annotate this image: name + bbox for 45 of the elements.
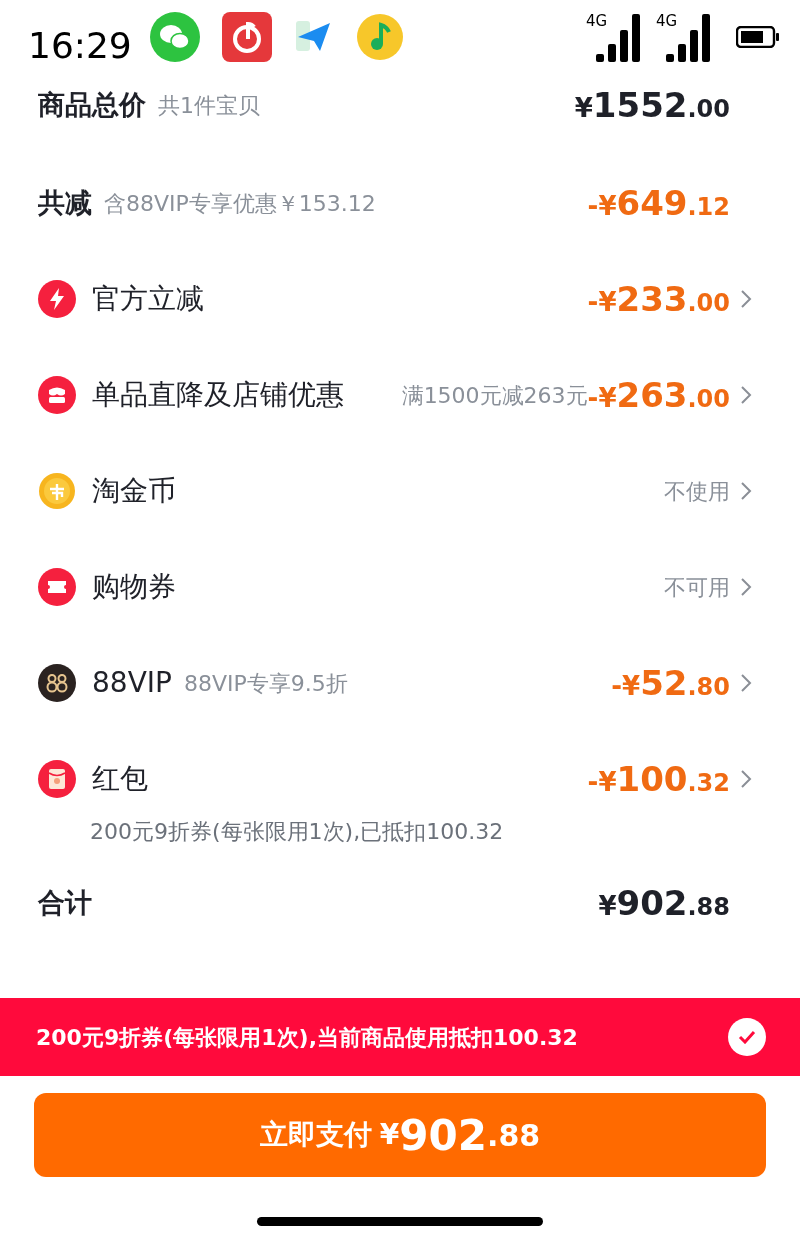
row-label: 合计 [38, 885, 92, 920]
row-subtext: 共1件宝贝 [158, 91, 260, 120]
row-label: 红包 [92, 761, 148, 797]
amount: -¥649.12 [587, 181, 730, 225]
coin-icon [38, 472, 76, 510]
amount: -¥52.80 [611, 661, 730, 705]
row-note: 满1500元减263元 [401, 381, 588, 410]
amount: -¥263.00 [587, 373, 730, 417]
vip-badge-icon [38, 664, 76, 702]
row-value: 不可用 [664, 573, 730, 602]
pay-button[interactable]: 立即支付 ¥902.88 [34, 1093, 766, 1177]
amount: -¥100.32 [587, 757, 730, 801]
amount: ¥902.88 [598, 881, 730, 925]
row-label: 淘金币 [92, 473, 176, 509]
chat-app-icon[interactable] [149, 12, 200, 62]
amount: ¥1552.00 [574, 83, 730, 127]
network-label: 4G [586, 12, 608, 30]
row-label: 共减 [38, 185, 92, 220]
amount: -¥233.00 [587, 277, 730, 321]
row-label: 商品总价 [38, 87, 146, 122]
chevron-right-icon [740, 769, 752, 789]
chevron-right-icon [740, 577, 752, 597]
row-value: 不使用 [664, 477, 730, 506]
row-label: 88VIP [92, 665, 172, 701]
check-icon [738, 1030, 756, 1044]
status-time: 16:29 [28, 24, 132, 68]
coupon-checkbox[interactable] [728, 1018, 766, 1056]
shop-icon [38, 376, 76, 414]
row-subtext: 88VIP专享9.5折 [183, 669, 348, 698]
chevron-right-icon [740, 673, 752, 693]
lightning-icon [38, 280, 76, 318]
row-label: 购物券 [92, 569, 176, 605]
row-subtext: 含88VIP专享优惠￥153.12 [104, 189, 376, 218]
row-detail: 200元9折券(每张限用1次),已抵扣100.32 [89, 822, 505, 842]
ticket-icon [38, 568, 76, 606]
row-label: 官方立减 [92, 281, 204, 317]
coupon-text: 200元9折券(每张限用1次),当前商品使用抵扣100.32 [36, 1023, 578, 1052]
network-label: 4G [656, 12, 678, 30]
chevron-right-icon [740, 289, 752, 309]
envelope-icon [38, 760, 76, 798]
music-note-app-icon[interactable] [355, 13, 404, 61]
row-label: 单品直降及店铺优惠 [92, 377, 344, 413]
chevron-right-icon [740, 481, 752, 501]
battery-icon [736, 26, 780, 48]
chevron-right-icon [740, 385, 752, 405]
